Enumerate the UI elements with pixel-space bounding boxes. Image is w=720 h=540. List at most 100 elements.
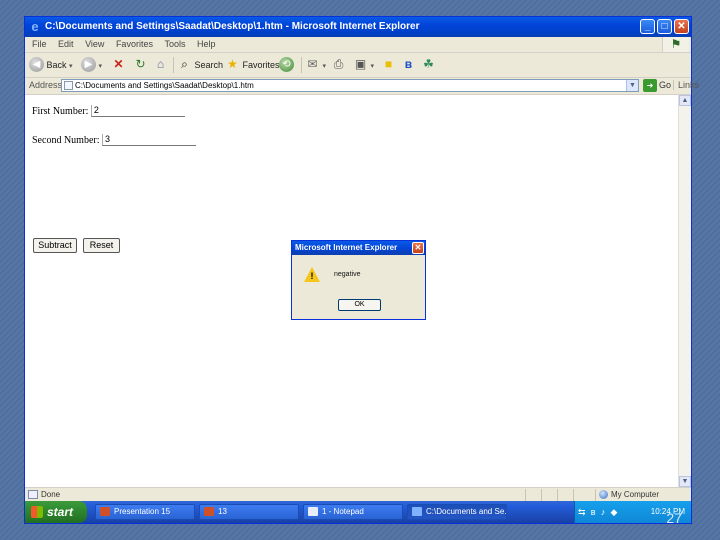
taskbar-item-13[interactable]: 13	[199, 504, 299, 520]
vertical-scrollbar[interactable]: ▲ ▼	[678, 95, 691, 487]
taskbar-item-label: C:\Documents and Se...	[426, 507, 507, 516]
go-icon[interactable]: ➜	[643, 79, 657, 92]
taskbar-item-label: 1 - Notepad	[322, 507, 364, 516]
search-button[interactable]: ⌕ Search	[177, 57, 223, 73]
edit-icon: ▣	[354, 57, 367, 71]
refresh-icon: ↻	[135, 57, 146, 71]
back-button[interactable]: ◀ Back ▾	[29, 57, 73, 73]
menu-favorites[interactable]: Favorites	[116, 37, 153, 52]
menu-tools[interactable]: Tools	[164, 37, 185, 52]
back-dropdown-icon: ▾	[69, 63, 73, 70]
favorites-icon: ★	[227, 57, 238, 71]
window-controls: _ □ ✕	[638, 19, 689, 35]
stop-button[interactable]: ✕	[111, 57, 126, 73]
forward-button[interactable]: ▶ ▾	[81, 57, 102, 73]
start-label: start	[47, 505, 74, 519]
mail-icon: ✉	[307, 57, 318, 71]
messenger-icon: ☘	[423, 57, 434, 71]
status-bar: Done My Computer	[25, 487, 691, 502]
messenger-button[interactable]: ☘	[421, 57, 436, 73]
links-button[interactable]: Links	[673, 80, 699, 90]
powerpoint-icon	[100, 507, 110, 516]
forward-dropdown-icon: ▾	[98, 63, 103, 70]
subtract-button[interactable]: Subtract	[33, 238, 77, 253]
ok-button[interactable]: OK	[338, 299, 381, 311]
scroll-up-icon[interactable]: ▲	[679, 95, 691, 106]
status-divider	[557, 489, 558, 501]
taskbar-item-label: Presentation 15	[114, 507, 171, 516]
history-button[interactable]: ⟲	[279, 57, 294, 73]
menu-view[interactable]: View	[85, 37, 104, 52]
globe-icon	[599, 490, 608, 499]
home-button[interactable]: ⌂	[153, 57, 168, 73]
warning-mark: !	[310, 271, 314, 281]
dialog-message: negative	[334, 271, 361, 278]
status-divider	[573, 489, 574, 501]
mail-button[interactable]: ✉ ▾	[305, 57, 326, 73]
slide-number: 27	[666, 510, 682, 526]
search-label: Search	[194, 60, 224, 70]
title-bar[interactable]: e C:\Documents and Settings\Saadat\Deskt…	[25, 17, 691, 37]
menu-file[interactable]: File	[32, 37, 47, 52]
tray-volume-icon[interactable]: ♪	[601, 501, 606, 523]
history-icon: ⟲	[279, 57, 294, 72]
toolbar-separator	[301, 57, 302, 73]
print-button[interactable]: ⎙	[331, 57, 346, 73]
minimize-button[interactable]: _	[640, 19, 655, 34]
print-icon: ⎙	[333, 57, 344, 71]
refresh-button[interactable]: ↻	[133, 57, 148, 73]
favorites-button[interactable]: ★ Favorites	[225, 57, 280, 73]
taskbar-item-presentation[interactable]: Presentation 15	[95, 504, 195, 520]
reset-button[interactable]: Reset	[83, 238, 120, 253]
tray-bluetooth-icon[interactable]: ʙ	[591, 501, 596, 523]
notepad-icon	[308, 507, 318, 516]
back-icon: ◀	[29, 57, 44, 72]
menu-edit[interactable]: Edit	[58, 37, 74, 52]
edit-button[interactable]: ▣ ▾	[353, 57, 374, 73]
favorites-label: Favorites	[242, 60, 280, 70]
first-number-input[interactable]: 2	[90, 105, 185, 117]
status-text: Done	[41, 490, 61, 499]
address-label: Address	[29, 80, 63, 90]
status-divider	[595, 489, 596, 501]
security-zone: My Computer	[599, 488, 659, 502]
menu-bar: File Edit View Favorites Tools Help ⚑	[25, 37, 691, 53]
second-number-input[interactable]: 3	[102, 134, 196, 146]
taskbar-item-notepad[interactable]: 1 - Notepad	[303, 504, 403, 520]
search-icon: ⌕	[181, 57, 188, 71]
notes-icon: ■	[384, 57, 393, 71]
stop-icon: ✕	[113, 57, 124, 71]
scroll-down-icon[interactable]: ▼	[679, 476, 691, 487]
go-button[interactable]: Go	[659, 80, 671, 90]
maximize-button[interactable]: □	[657, 19, 672, 34]
page-done-icon	[28, 490, 38, 499]
address-dropdown-icon[interactable]: ▼	[626, 80, 638, 91]
start-button[interactable]: start	[25, 501, 87, 523]
taskbar-item-ie[interactable]: C:\Documents and Se...	[407, 504, 507, 520]
dialog-title[interactable]: Microsoft Internet Explorer	[292, 241, 425, 255]
address-input[interactable]: C:\Documents and Settings\Saadat\Desktop…	[61, 79, 639, 92]
windows-flag-icon: ⚑	[662, 37, 689, 52]
alert-dialog: Microsoft Internet Explorer ✕ ! negative…	[291, 240, 426, 320]
tray-shield-icon[interactable]: ◆	[611, 501, 618, 523]
toolbar: ◀ Back ▾ ▶ ▾ ✕ ↻ ⌂ ⌕ Search ★ Favorites …	[25, 53, 691, 78]
dialog-close-button[interactable]: ✕	[412, 242, 424, 254]
bluetooth-button[interactable]: ʙ	[401, 57, 416, 73]
ie-logo-icon: e	[31, 19, 39, 34]
windows-logo-icon	[31, 506, 43, 518]
page-icon	[64, 81, 73, 90]
notes-button[interactable]: ■	[381, 57, 396, 73]
bluetooth-icon: ʙ	[404, 57, 413, 71]
toolbar-separator	[173, 57, 174, 73]
address-value: C:\Documents and Settings\Saadat\Desktop…	[75, 81, 254, 90]
close-button[interactable]: ✕	[674, 19, 689, 34]
second-number-label: Second Number:	[32, 135, 100, 146]
second-number-row: Second Number: 3	[32, 134, 196, 146]
forward-icon: ▶	[81, 57, 96, 72]
taskbar: start Presentation 15 13 1 - Notepad C:\…	[25, 501, 691, 523]
menu-help[interactable]: Help	[197, 37, 216, 52]
back-label: Back	[46, 60, 67, 70]
tray-network-icon[interactable]: ⇆	[578, 501, 586, 523]
first-number-label: First Number:	[32, 106, 89, 117]
taskbar-item-label: 13	[218, 507, 227, 516]
